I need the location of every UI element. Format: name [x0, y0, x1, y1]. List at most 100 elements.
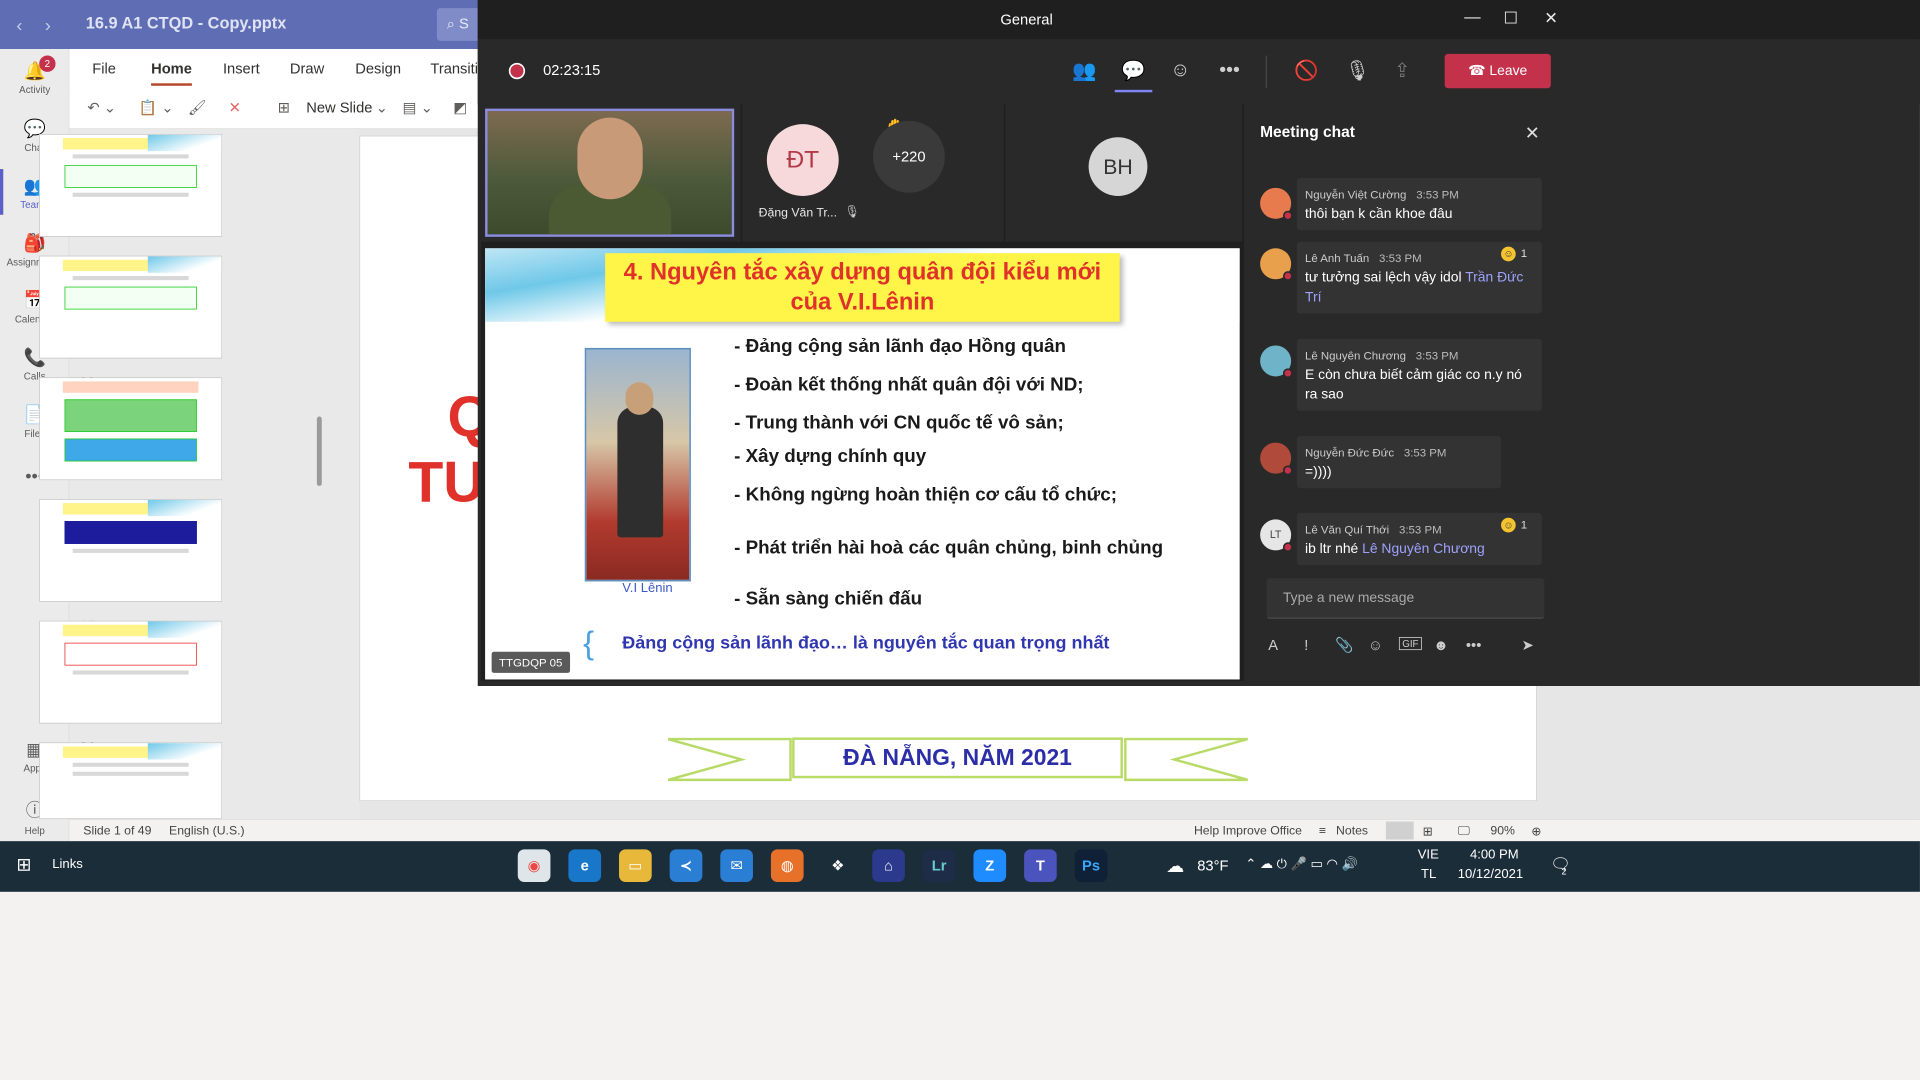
tab-file[interactable]: File	[92, 60, 116, 77]
paste-icon[interactable]: 📋 ⌄	[139, 100, 174, 117]
message-text: E còn chưa biết cảm giác co n.y nó ra sa…	[1305, 366, 1522, 402]
overflow-participants[interactable]: +220	[873, 120, 945, 193]
clock-date[interactable]: 10/12/2021	[1458, 867, 1523, 882]
divider	[1265, 55, 1267, 89]
notes-button[interactable]: Notes	[1336, 824, 1368, 838]
gif-icon[interactable]: GIF	[1398, 636, 1422, 651]
message-time: 3:53 PM	[1399, 522, 1442, 536]
reading-view-icon[interactable]: 🖵	[1458, 824, 1470, 838]
thumbnail-scrollbar[interactable]	[316, 416, 322, 486]
input-lang-2[interactable]: TL	[1421, 867, 1436, 882]
message-bubble: Lê Nguyên Chương 3:53 PM E còn chưa biết …	[1296, 338, 1542, 411]
activity-badge: 2	[39, 55, 56, 72]
reactions-icon[interactable]: ☺	[1170, 59, 1190, 82]
sticker-icon[interactable]: ☻	[1433, 637, 1448, 654]
fit-slide-icon[interactable]: ⊕	[1531, 824, 1541, 839]
forward-icon[interactable]: ›	[45, 15, 51, 36]
zoom-level[interactable]: 90%	[1490, 824, 1515, 838]
lenin-portrait	[584, 347, 691, 582]
windows-start-icon[interactable]: ⊞	[16, 854, 31, 875]
file-explorer-icon[interactable]: ▭	[619, 849, 652, 882]
back-icon[interactable]: ‹	[16, 15, 22, 36]
teams-taskbar-icon[interactable]: T	[1024, 849, 1057, 882]
rail-label: Help	[24, 824, 45, 837]
slide-thumbnail-21[interactable]	[39, 133, 223, 237]
chevron-down-icon[interactable]: ⌄	[376, 100, 388, 117]
lightroom-icon[interactable]: Lr	[922, 849, 956, 882]
layout-icon[interactable]: ▤ ⌄	[403, 100, 433, 117]
minimize-icon[interactable]: —	[1464, 8, 1480, 27]
mention[interactable]: Lê Nguyên Chương	[1362, 541, 1485, 557]
reaction[interactable]: ☺ 1	[1501, 514, 1527, 534]
tab-home[interactable]: Home	[151, 60, 192, 86]
slide-thumbnail-26[interactable]	[39, 742, 223, 820]
new-slide-icon[interactable]: ⊞	[278, 100, 290, 117]
weather-temp[interactable]: 83°F	[1197, 857, 1228, 874]
more-options-icon[interactable]: •••	[1466, 637, 1481, 654]
share-icon[interactable]: ⇪	[1394, 59, 1410, 83]
slide-bullet: - Đoàn kết thống nhất quân đội với ND;	[734, 373, 1084, 395]
rail-activity[interactable]: 🔔 2 Activity	[0, 55, 69, 96]
rail-label: Activity	[19, 84, 51, 96]
normal-view-icon[interactable]	[1385, 821, 1414, 840]
message-time: 3:53 PM	[1379, 251, 1422, 265]
message-compose-input[interactable]: Type a new message	[1266, 578, 1545, 620]
tray-icons[interactable]: ⌃ ☁ ⏻ 🎤 ▭ ◠ 🔊	[1245, 856, 1357, 872]
photoshop-icon[interactable]: Ps	[1074, 849, 1108, 882]
undo-icon[interactable]: ↶ ⌄	[87, 100, 116, 117]
attach-icon[interactable]: 📎	[1335, 637, 1353, 654]
more-actions-icon[interactable]: •••	[1219, 59, 1240, 82]
slide-thumbnail-24[interactable]	[39, 498, 223, 602]
close-icon[interactable]: ✕	[1525, 122, 1540, 143]
tab-design[interactable]: Design	[355, 60, 401, 77]
edge-icon[interactable]: e	[568, 849, 602, 882]
taskbar-links[interactable]: Links	[52, 857, 83, 872]
slide-sorter-icon[interactable]: ⊞	[1423, 824, 1433, 839]
format-icon[interactable]: A	[1268, 637, 1278, 654]
clear-icon[interactable]: ✕	[229, 100, 241, 117]
chat-icon[interactable]: 💬	[1114, 59, 1153, 93]
slide-thumbnail-25[interactable]	[39, 620, 223, 724]
bell-icon: 🔔	[23, 60, 46, 81]
firefox-icon[interactable]: ◍	[770, 849, 804, 882]
participant-tile[interactable]: ĐT Đặng Văn Tr... 🎙 ✋ +220	[742, 104, 1004, 242]
slide-thumbnail-22[interactable]	[39, 255, 223, 359]
input-lang[interactable]: VIE	[1418, 848, 1439, 863]
clock-time[interactable]: 4:00 PM	[1470, 848, 1519, 863]
message-bubble: Lê Văn Quí Thới 3:53 PM ib ltr nhé Lê Ngu…	[1296, 512, 1542, 566]
chat-message-list[interactable]: Nguyễn Việt Cường 3:53 PM thôi bạn k cần …	[1244, 176, 1551, 568]
format-painter-icon[interactable]: 🖌	[188, 100, 207, 117]
message-text: thôi bạn k cần khoe đâu	[1305, 205, 1453, 222]
participant-tile[interactable]: BH	[1005, 104, 1243, 242]
mic-off-icon[interactable]: 🎙	[1345, 59, 1370, 83]
notes-icon[interactable]: ≡	[1319, 824, 1326, 838]
new-slide-button[interactable]: New Slide	[306, 100, 372, 117]
zalo-icon[interactable]: Z	[973, 849, 1007, 882]
tab-insert[interactable]: Insert	[223, 60, 260, 77]
slide-thumbnail-23[interactable]	[39, 377, 223, 481]
dropbox-icon[interactable]: ❖	[821, 849, 855, 882]
camera-off-icon[interactable]: 🚫	[1294, 59, 1318, 83]
vscode-icon[interactable]: ≺	[669, 849, 703, 882]
maximize-icon[interactable]: ☐	[1503, 8, 1518, 28]
priority-icon[interactable]: !	[1304, 637, 1308, 654]
slide-bullet: - Xây dựng chính quy	[734, 445, 927, 467]
reaction[interactable]: ☺ 1	[1501, 243, 1527, 263]
participants-icon[interactable]: 👥	[1072, 59, 1096, 83]
video-tile[interactable]	[481, 104, 741, 242]
send-icon[interactable]: ➤	[1521, 637, 1533, 654]
help-improve-office[interactable]: Help Improve Office	[1194, 824, 1302, 838]
mail-icon[interactable]: ✉	[720, 849, 753, 882]
emoji-icon[interactable]: ☺	[1368, 637, 1383, 654]
leave-button[interactable]: ☎ Leave	[1444, 53, 1551, 89]
chrome-icon[interactable]: ◉	[517, 849, 551, 882]
security-icon[interactable]: ⌂	[872, 849, 905, 882]
chat-header: Meeting chat	[1260, 124, 1355, 142]
notification-icon[interactable]: 🗨	[1550, 854, 1571, 874]
teams-title-bar: General — ☐ ✕	[477, 0, 1920, 40]
weather-icon[interactable]: ☁	[1166, 856, 1184, 877]
status-language[interactable]: English (U.S.)	[169, 824, 245, 838]
tab-draw[interactable]: Draw	[290, 60, 324, 77]
shape-icon[interactable]: ◩	[453, 100, 467, 117]
close-icon[interactable]: ✕	[1544, 8, 1558, 28]
